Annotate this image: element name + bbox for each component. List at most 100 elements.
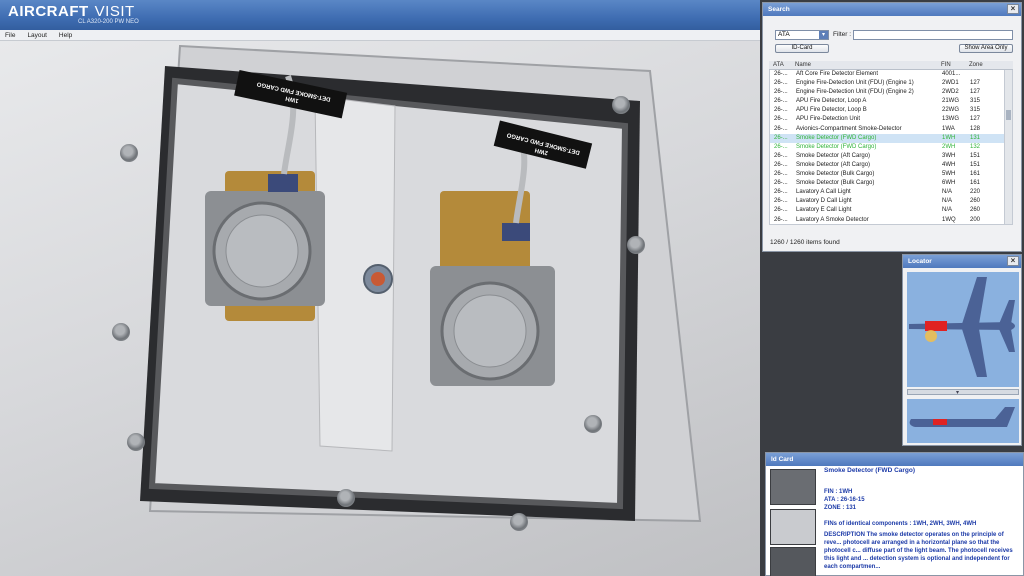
cell-fin: 2WD1 [942,80,959,87]
cell-name: Smoke Detector (Bulk Cargo) [796,171,875,178]
cell-ata: 26-... [774,180,788,187]
table-row[interactable]: 26-... Smoke Detector (Bulk Cargo) 5WH 161 [770,170,1012,179]
cell-ata: 26-... [774,107,788,114]
menu-layout[interactable]: Layout [22,30,52,40]
table-row[interactable]: 26-... APU Fire Detector, Loop A 21WG 315 [770,97,1012,106]
cell-zone: 151 [970,161,981,168]
filter-label: Filter : [833,31,852,38]
locator-title-text: Locator [908,258,932,265]
cell-name: Lavatory A Call Light [796,189,851,196]
table-row[interactable]: 26-... Lavatory A Smoke Detector 1WQ 200 [770,216,1012,225]
cell-zone: 127 [970,80,981,87]
search-title-text: Search [768,6,790,13]
cell-zone: 260 [970,198,981,205]
cell-fin: N/A [942,198,953,205]
table-row[interactable]: 26-... Aft Core Fire Detector Element 4001… [770,70,1012,79]
locator-side-view[interactable] [907,399,1019,443]
cell-zone: 315 [970,107,981,114]
chevron-down-icon[interactable]: ▾ [819,31,828,39]
cell-name: Lavatory A Smoke Detector [796,216,869,223]
table-row[interactable]: 26-... Smoke Detector (Aft Cargo) 3WH 151 [770,152,1012,161]
cell-ata: 26-... [774,207,788,214]
filter-input[interactable] [853,30,1013,40]
show-area-only-button[interactable]: Show Area Only [959,44,1013,53]
table-row[interactable]: 26-... Engine Fire-Detection Unit (FDU) (… [770,79,1012,88]
cell-zone: 128 [970,125,981,132]
cell-name: Lavatory E Call Light [796,207,852,214]
table-row[interactable]: 26-... APU Fire-Detection Unit 13WG 127 [770,115,1012,124]
cell-ata: 26-... [774,125,788,132]
component-photo-2[interactable] [770,509,816,545]
panel-bolt [510,513,528,531]
category-select[interactable]: ATA ▾ [775,30,829,40]
cell-ata: 26-... [774,89,788,96]
id-card-button[interactable]: ID-Card [775,44,829,53]
cell-zone: 161 [970,180,981,187]
menu-file[interactable]: File [0,30,20,40]
results-scrollbar[interactable] [1004,70,1012,224]
table-row[interactable]: 26-... Smoke Detector (Bulk Cargo) 6WH 161 [770,179,1012,188]
close-icon[interactable]: × [1007,256,1019,266]
cell-ata: 26-... [774,134,788,141]
table-row[interactable]: 26-... Lavatory D Call Light N/A 260 [770,197,1012,206]
cell-fin: 1WA [942,125,955,132]
table-row[interactable]: 26-... Avionics-Compartment Smoke-Detecto… [770,125,1012,134]
cell-fin: 6WH [942,180,956,187]
chevron-down-icon[interactable]: ▾ [956,389,959,396]
cell-fin: 4WH [942,161,956,168]
table-row[interactable]: 26-... Smoke Detector (Aft Cargo) 4WH 151 [770,161,1012,170]
cell-name: Smoke Detector (FWD Cargo) [796,134,877,141]
aircraft-model: CL A320-200 PW NEO [78,19,139,25]
results-header: ATA Name FIN Zone [769,61,1013,70]
panel-bolt [584,415,602,433]
component-name: Smoke Detector (FWD Cargo) [824,467,916,474]
component-ata: ATA : 26-16-15 [824,497,865,503]
column-name[interactable]: Name [795,62,811,68]
cell-ata: 26-... [774,171,788,178]
aircraft-top-view [909,277,1015,377]
cell-fin: 3WH [942,152,956,159]
id-card-title: Id Card [766,453,1023,466]
search-window: Search × ATA ▾ Filter : ID-Card Show Are… [762,2,1022,252]
cell-zone: 161 [970,171,981,178]
cell-ata: 26-... [774,71,788,77]
locator-top-view[interactable] [907,272,1019,387]
component-photo-1[interactable] [770,469,816,505]
component-photo-3[interactable] [770,547,816,576]
cell-fin: 5WH [942,171,956,178]
cell-name: APU Fire Detector, Loop A [796,98,867,105]
column-zone[interactable]: Zone [969,62,983,68]
cell-fin: N/A [942,207,953,214]
table-row[interactable]: 26-... APU Fire Detector, Loop B 22WG 315 [770,106,1012,115]
table-row[interactable]: 26-... Lavatory E Call Light N/A 260 [770,206,1012,215]
aircraft-side-view [909,407,1015,427]
cell-name: Smoke Detector (Aft Cargo) [796,161,871,168]
column-fin[interactable]: FIN [941,62,951,68]
component-zone: ZONE : 131 [824,505,857,511]
cell-ata: 26-... [774,152,788,159]
locator-window-title: Locator × [903,255,1021,268]
locator-window: Locator × ▾ [902,254,1022,446]
cell-name: Aft Core Fire Detector Element [796,71,879,77]
menu-help[interactable]: Help [54,30,77,40]
search-window-title: Search × [763,3,1021,16]
cell-fin: 4001... [942,71,961,77]
3d-viewport[interactable]: 1WH DET-SMOKE FWD CARGO 2WH DET-SMOKE FW… [0,41,760,576]
table-row[interactable]: 26-... Smoke Detector (FWD Cargo) 2WH 132 [770,143,1012,152]
table-row[interactable]: 26-... Engine Fire-Detection Unit (FDU) (… [770,88,1012,97]
cell-name: Engine Fire-Detection Unit (FDU) (Engine… [796,89,914,96]
table-row[interactable]: 26-... Lavatory A Call Light N/A 220 [770,188,1012,197]
column-ata[interactable]: ATA [773,62,784,68]
scroll-thumb[interactable] [1006,110,1011,120]
cell-ata: 26-... [774,98,788,105]
app-title-accent: VISIT [94,3,135,20]
cell-name: Avionics-Compartment Smoke-Detector [796,125,902,132]
cell-fin: 2WH [942,143,956,150]
app-title-main: AIRCRAFT [8,3,89,20]
table-row[interactable]: 26-... Smoke Detector (FWD Cargo) 1WH 131 [770,133,1012,143]
close-icon[interactable]: × [1007,4,1019,14]
id-card-title-text: Id Card [771,456,794,463]
cell-zone: 131 [970,134,981,141]
cell-name: Smoke Detector (Aft Cargo) [796,152,871,159]
locator-view-toggle[interactable]: ▾ [907,389,1019,396]
